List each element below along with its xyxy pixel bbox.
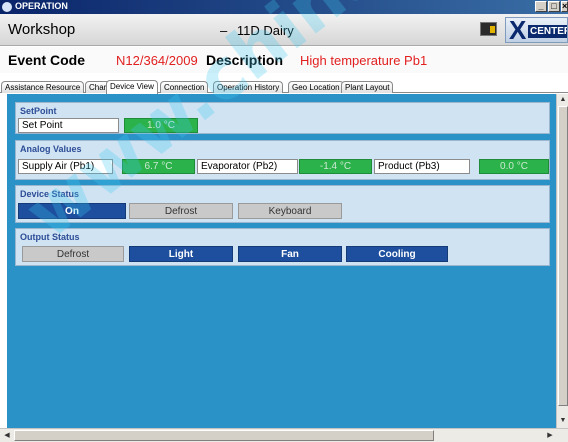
title-bar: OPERATION _ □ × — [0, 0, 568, 14]
device-view-panel: SetPoint Set Point 1.0 °C Analog Values … — [7, 94, 556, 428]
unit-name: – 11D Dairy — [220, 23, 294, 38]
restore-button[interactable]: □ — [548, 1, 560, 12]
logo-x: X — [509, 17, 527, 43]
analog-value: 6.7 °C — [122, 159, 195, 174]
app-icon — [2, 2, 12, 12]
logo-word: CENTER — [528, 25, 567, 38]
tab-bar: Assistance Resource Chart Device View Co… — [0, 80, 568, 94]
output-light-indicator: Light — [129, 246, 233, 262]
scroll-right-icon[interactable]: ▶ — [545, 431, 555, 441]
horizontal-scrollbar[interactable]: ◀ ▶ — [0, 428, 568, 442]
tab-connection[interactable]: Connection — [160, 81, 209, 93]
setpoint-value: 1.0 °C — [124, 118, 198, 133]
horizontal-scroll-thumb[interactable] — [14, 430, 434, 441]
close-button[interactable]: × — [561, 1, 568, 12]
setpoint-label: Set Point — [18, 118, 119, 133]
description-value: High temperature Pb1 — [300, 53, 428, 68]
device-status-section: Device Status On Defrost Keyboard — [15, 185, 550, 223]
analog-values-title: Analog Values — [20, 144, 82, 154]
analog-value: 0.0 °C — [479, 159, 549, 174]
window-title: OPERATION — [15, 1, 68, 11]
setpoint-title: SetPoint — [20, 106, 57, 116]
output-defrost-indicator: Defrost — [22, 246, 124, 262]
status-defrost-indicator: Defrost — [129, 203, 233, 219]
analog-values-section: Analog Values Supply Air (Pb1) 6.7 °C Ev… — [15, 140, 550, 180]
analog-value: -1.4 °C — [299, 159, 372, 174]
event-code-value: N12/364/2009 — [116, 53, 198, 68]
event-code-label: Event Code — [8, 52, 86, 68]
status-keyboard-indicator: Keyboard — [238, 203, 342, 219]
output-cooling-indicator: Cooling — [346, 246, 448, 262]
scroll-left-icon[interactable]: ◀ — [2, 431, 12, 441]
workshop-label: Workshop — [8, 21, 76, 38]
output-status-title: Output Status — [20, 232, 80, 242]
unit-name-text: 11D Dairy — [236, 23, 294, 38]
scroll-up-icon[interactable]: ▲ — [558, 95, 568, 105]
analog-label: Evaporator (Pb2) — [197, 159, 298, 174]
analog-label: Supply Air (Pb1) — [18, 159, 113, 174]
scroll-down-icon[interactable]: ▼ — [558, 416, 568, 426]
unit-dash: – — [220, 23, 228, 38]
output-status-section: Output Status Defrost Light Fan Cooling — [15, 228, 550, 266]
tab-operation-history[interactable]: Operation History — [213, 81, 284, 93]
device-status-title: Device Status — [20, 189, 80, 199]
description-label: Description — [206, 52, 284, 68]
exit-door-icon[interactable] — [480, 22, 497, 36]
output-fan-indicator: Fan — [238, 246, 342, 262]
vertical-scrollbar[interactable]: ▲ ▼ — [556, 94, 568, 428]
xcenter-logo: X CENTER — [505, 17, 568, 43]
setpoint-section: SetPoint Set Point 1.0 °C — [15, 102, 550, 134]
tab-assistance-resource[interactable]: Assistance Resource — [1, 81, 85, 93]
status-on-indicator: On — [18, 203, 126, 219]
minimize-button[interactable]: _ — [535, 1, 547, 12]
vertical-scroll-thumb[interactable] — [558, 106, 568, 406]
tab-geo-location[interactable]: Geo Location — [288, 81, 344, 93]
tab-plant-layout[interactable]: Plant Layout — [341, 81, 394, 93]
event-bar: Event Code N12/364/2009 Description High… — [0, 47, 568, 73]
header-bar: Workshop – 11D Dairy X CENTER — [0, 14, 568, 46]
analog-label: Product (Pb3) — [374, 159, 470, 174]
tab-device-view[interactable]: Device View — [106, 80, 158, 94]
